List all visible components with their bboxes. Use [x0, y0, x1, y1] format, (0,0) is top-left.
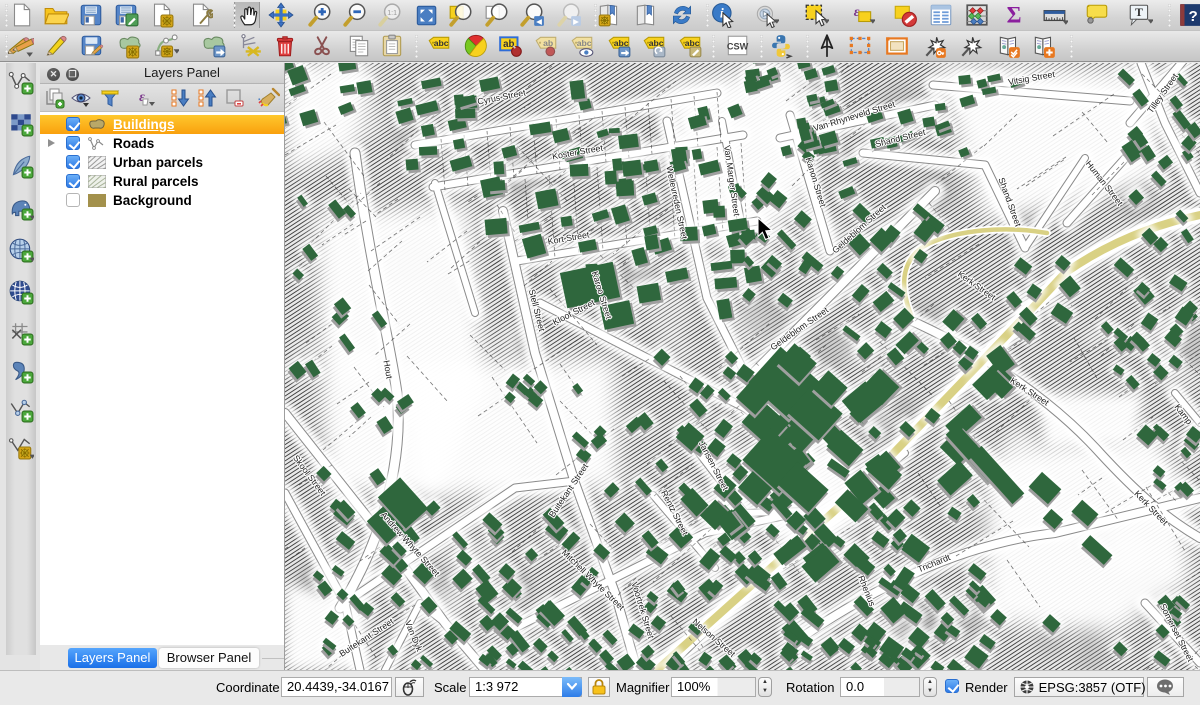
svg-text:ab: ab	[543, 38, 553, 48]
svg-text:Σ: Σ	[1007, 3, 1022, 28]
svg-text:1:1: 1:1	[387, 10, 397, 17]
svg-text:T: T	[1135, 5, 1143, 19]
svg-text:abc: abc	[685, 38, 700, 48]
svg-text:abc: abc	[649, 38, 664, 48]
svg-text:abc: abc	[434, 38, 449, 48]
svg-text:abc: abc	[577, 38, 592, 48]
svg-text:CSW: CSW	[727, 41, 749, 51]
svg-text:abc: abc	[614, 38, 629, 48]
svg-text:?: ?	[1189, 8, 1198, 25]
